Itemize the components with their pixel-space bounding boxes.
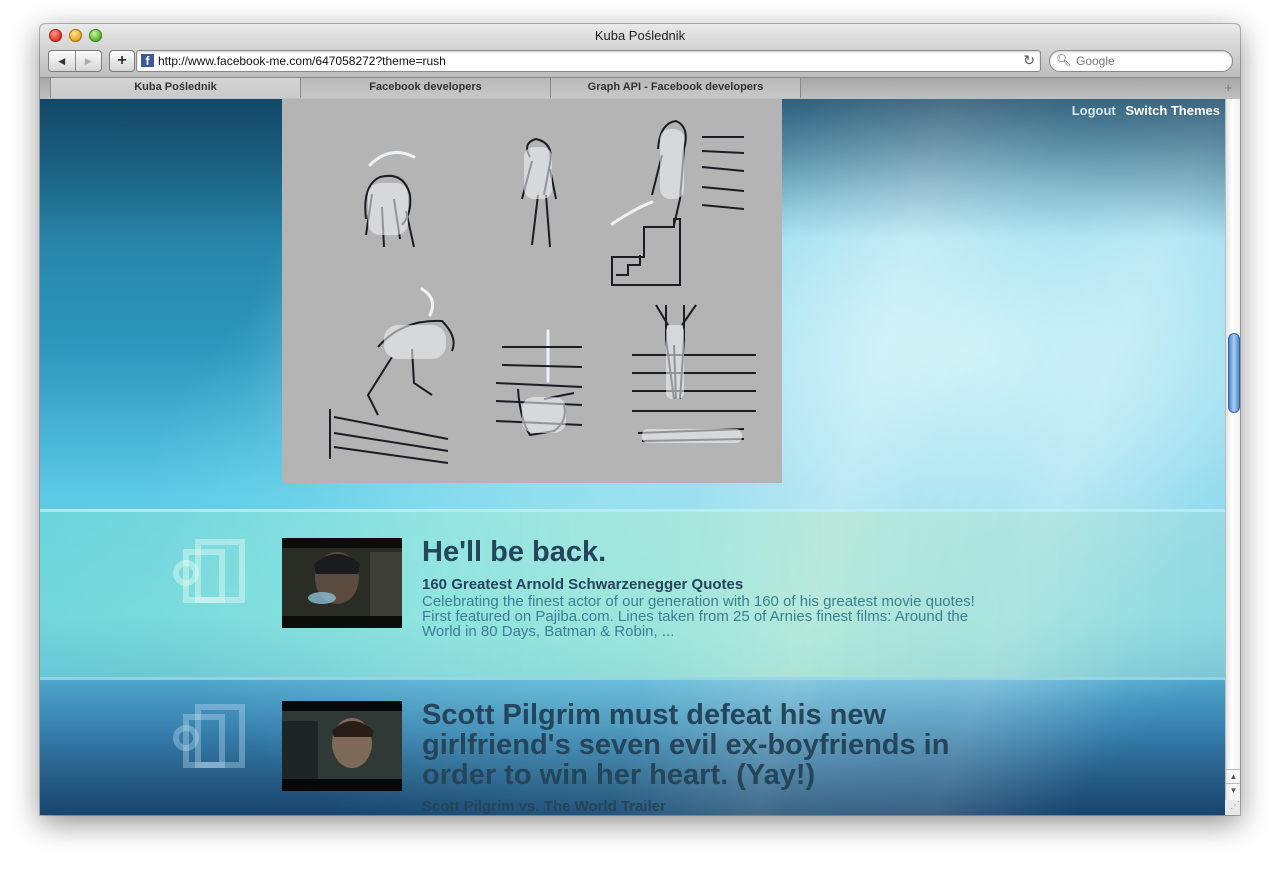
post-description: Celebrating the finest actor of our gene… [422,593,975,640]
video-thumbnail[interactable] [282,538,402,628]
post-subtitle[interactable]: Scott Pilgrim vs. The World Trailer [422,798,666,815]
scrollbar-thumb[interactable] [1228,333,1240,413]
top-links: Logout Switch Themes [1072,103,1220,118]
vertical-scrollbar[interactable]: ▲ ▼ [1225,99,1240,815]
navigation-buttons: ◀ ▶ [48,50,102,72]
facebook-favicon-icon: f [141,54,154,68]
tab-graph-api[interactable]: Graph API - Facebook developers [550,78,801,98]
resize-grip-icon[interactable]: ⋰ [1225,800,1240,815]
video-thumbnail[interactable] [282,701,402,791]
search-icon: 🔍︎ [1056,53,1072,67]
scroll-down-button[interactable]: ▼ [1226,783,1240,797]
post-photo[interactable] [282,99,782,483]
video-thumbnail-image [282,538,402,628]
new-tab-button[interactable]: + [1224,80,1232,95]
back-button[interactable]: ◀ [49,51,75,71]
forward-button[interactable]: ▶ [74,51,102,71]
window-title: Kuba Poślednik [594,28,686,43]
tab-bar: Kuba Poślednik Facebook developers Graph… [40,78,1240,100]
reload-icon[interactable]: ↻ [1023,52,1035,69]
post-item: Scott Pilgrim must defeat his new girlfr… [40,677,1225,815]
url-text[interactable]: http://www.facebook-me.com/647058272?the… [158,54,446,68]
tab-kuba-poslednik[interactable]: Kuba Poślednik [50,78,301,98]
page-content: Logout Switch Themes He'll be back. 160 … [40,99,1225,815]
address-bar[interactable]: f http://www.facebook-me.com/647058272?t… [136,50,1041,72]
tab-facebook-developers[interactable]: Facebook developers [300,78,551,98]
video-post-icon [173,539,245,603]
wrestling-moves-illustration [329,119,756,464]
post-subtitle[interactable]: 160 Greatest Arnold Schwarzenegger Quote… [422,576,743,593]
post-title[interactable]: Scott Pilgrim must defeat his new girlfr… [422,700,992,790]
logout-link[interactable]: Logout [1072,103,1116,118]
search-field[interactable]: 🔍︎ [1049,50,1233,72]
video-post-icon [173,704,245,768]
video-thumbnail-image [282,701,402,791]
post-title[interactable]: He'll be back. [422,537,992,567]
title-bar: Kuba Poślednik ◀ ▶ + f http://www.facebo… [40,24,1240,78]
search-input[interactable] [1076,53,1226,68]
browser-window: Kuba Poślednik ◀ ▶ + f http://www.facebo… [40,24,1240,815]
add-bookmark-button[interactable]: + [109,50,135,72]
scroll-up-button[interactable]: ▲ [1226,769,1240,783]
switch-themes-link[interactable]: Switch Themes [1125,103,1220,118]
post-item: He'll be back. 160 Greatest Arnold Schwa… [40,509,1225,680]
